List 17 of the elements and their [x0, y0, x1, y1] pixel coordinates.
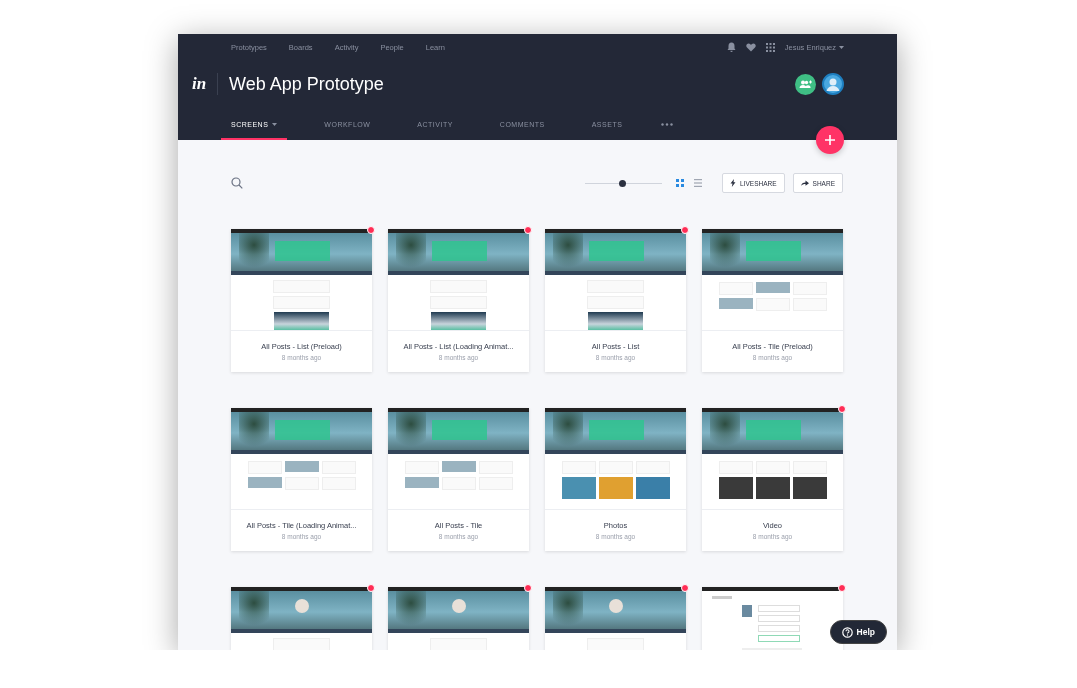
share-arrow-icon: [800, 180, 809, 186]
add-button[interactable]: [816, 126, 844, 154]
bell-icon[interactable]: [726, 42, 736, 52]
search-icon[interactable]: [231, 177, 243, 189]
add-people-icon[interactable]: [795, 73, 816, 95]
apps-grid-icon[interactable]: [765, 42, 775, 52]
lightning-icon: [730, 179, 737, 187]
question-icon: [841, 626, 853, 638]
avatar[interactable]: [822, 73, 844, 95]
more-icon[interactable]: [661, 122, 674, 126]
grid-view-icon[interactable]: [676, 179, 685, 187]
help-button[interactable]: Help: [829, 620, 887, 644]
caret-icon: [839, 45, 844, 49]
heart-icon[interactable]: [745, 42, 756, 52]
project-title: Web App Prototype: [229, 73, 384, 95]
plus-icon: [824, 134, 836, 146]
logo[interactable]: in: [192, 74, 212, 94]
